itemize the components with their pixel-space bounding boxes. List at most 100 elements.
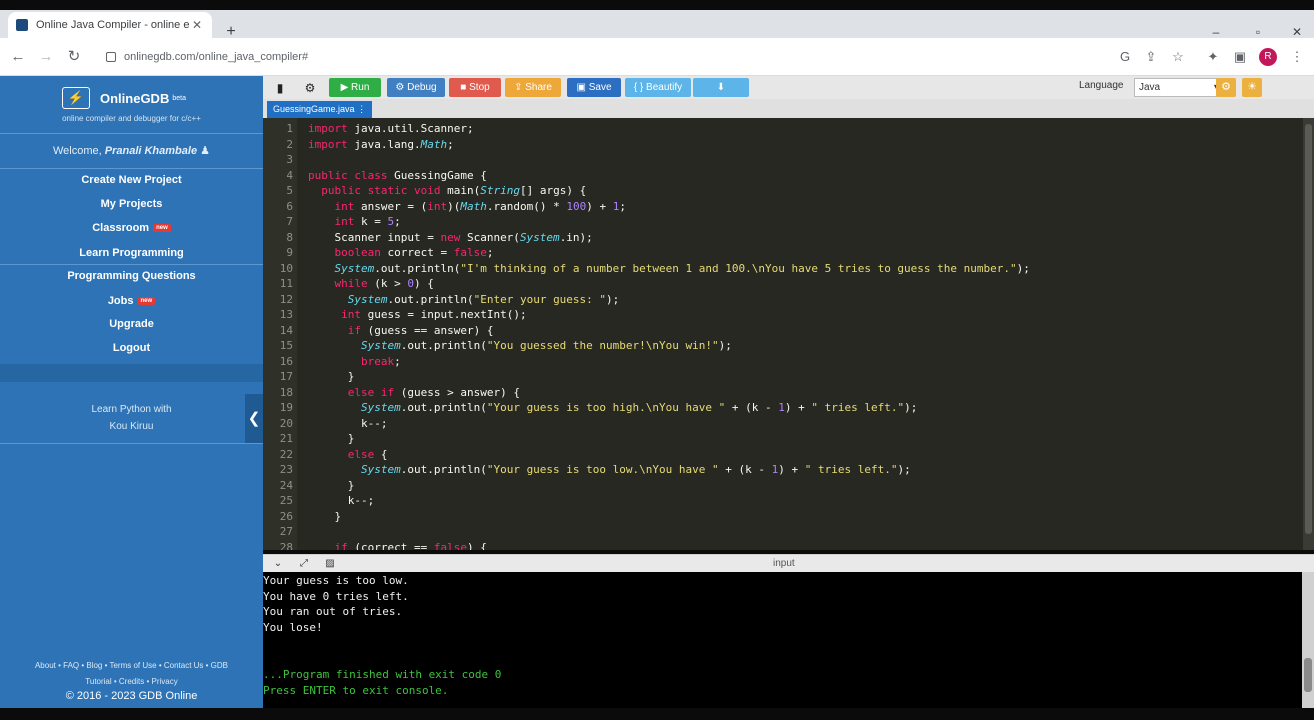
console-scroll-thumb[interactable] (1304, 658, 1312, 692)
code-text: public class GuessingGame { (308, 168, 487, 182)
stop-icon: ■ (460, 82, 470, 93)
code-line[interactable]: 21 } (263, 431, 1303, 446)
code-line[interactable]: 10 System.out.println("I'm thinking of a… (263, 261, 1303, 276)
code-line[interactable]: 26 } (263, 509, 1303, 524)
code-line[interactable]: 5 public static void main(String[] args)… (263, 183, 1303, 198)
footer-line-2[interactable]: Tutorial • Credits • Privacy (0, 674, 263, 690)
clear-console-icon[interactable]: ▨ (323, 557, 337, 571)
browser-tab[interactable]: Online Java Compiler - online e ✕ (8, 12, 212, 38)
forward-arrow-icon[interactable]: → (36, 47, 56, 67)
code-text: break; (360, 354, 401, 368)
user-icon[interactable]: ♟ (200, 145, 210, 157)
code-line[interactable]: 24 } (263, 478, 1303, 493)
new-file-icon[interactable]: ▮ (271, 79, 289, 97)
menu-jobs[interactable]: Jobs new (0, 295, 263, 307)
code-line[interactable]: 22 else { (263, 447, 1303, 462)
share-page-icon[interactable]: ⇪ (1143, 49, 1159, 65)
theme-icon[interactable]: ☀ (1242, 78, 1262, 97)
run-button[interactable]: ▶ Run (329, 78, 381, 97)
expand-console-icon[interactable]: ⤢ (297, 557, 311, 571)
code-editor[interactable]: 1 import java.util.Scanner; 2 import java.l… (263, 118, 1314, 550)
code-line[interactable]: 14 if (guess == answer) { (263, 323, 1303, 338)
code-line[interactable]: 17 } (263, 369, 1303, 384)
menu-create-new-project[interactable]: Create New Project (0, 174, 263, 186)
editor-scrollbar[interactable] (1303, 118, 1314, 550)
settings-gear-icon[interactable]: ⚙ (1216, 78, 1236, 97)
console-scrollbar[interactable] (1302, 572, 1314, 708)
google-icon[interactable]: G (1117, 49, 1133, 65)
back-arrow-icon[interactable]: ← (8, 47, 28, 67)
menu-learn-programming[interactable]: Learn Programming (0, 247, 263, 259)
code-line[interactable]: 7 int k = 5; (263, 214, 1303, 229)
console-toolbar: ⌄ ⤢ ▨ input (263, 554, 1314, 572)
code-line[interactable]: 3 (263, 152, 1303, 167)
file-tab-menu-icon[interactable]: ⋮ (357, 104, 366, 114)
code-text: int answer = (int)(Math.random() * 100) … (334, 199, 626, 213)
debug-label: Debug (407, 82, 437, 93)
editor-scroll-thumb[interactable] (1305, 124, 1312, 534)
close-tab-icon[interactable]: ✕ (190, 18, 204, 32)
code-line[interactable]: 1 import java.util.Scanner; (263, 121, 1303, 136)
maximize-window-icon[interactable]: ▫ (1248, 25, 1268, 39)
footer-links[interactable]: About • FAQ • Blog • Terms of Use • Cont… (0, 658, 263, 690)
code-line[interactable]: 6 int answer = (int)(Math.random() * 100… (263, 199, 1303, 214)
code-line[interactable]: 2 import java.lang.Math; (263, 137, 1303, 152)
footer-line-1[interactable]: About • FAQ • Blog • Terms of Use • Cont… (0, 658, 263, 674)
code-line[interactable]: 13 int guess = input.nextInt(); (263, 307, 1303, 322)
promo-block[interactable]: Learn Python with Kou Kiruu (0, 401, 263, 435)
code-line[interactable]: 8 Scanner input = new Scanner(System.in)… (263, 230, 1303, 245)
beautify-button[interactable]: { } Beautify (625, 78, 691, 97)
line-number: 15 (279, 339, 293, 352)
code-text: import java.lang.Math; (308, 137, 454, 151)
reload-icon[interactable]: ↻ (64, 47, 84, 67)
code-line[interactable]: 27 (263, 524, 1303, 539)
console-output[interactable]: Your guess is too low. You have 0 tries l… (263, 572, 1314, 708)
menu-programming-questions[interactable]: Programming Questions (0, 270, 263, 282)
collapse-console-chevron-icon[interactable]: ⌄ (271, 557, 285, 571)
profile-avatar[interactable]: R (1259, 48, 1277, 66)
code-line[interactable]: 4 public class GuessingGame { (263, 168, 1303, 183)
code-line[interactable]: 18 else if (guess > answer) { (263, 385, 1303, 400)
user-name[interactable]: Pranali Khambale (105, 145, 197, 157)
extensions-puzzle-icon[interactable]: ✦ (1205, 49, 1221, 65)
code-line[interactable]: 15 System.out.println("You guessed the n… (263, 338, 1303, 353)
bookmark-star-icon[interactable]: ☆ (1170, 49, 1186, 65)
debug-button[interactable]: ⚙ Debug (387, 78, 445, 97)
code-text: Scanner input = new Scanner(System.in); (308, 230, 593, 244)
menu-upgrade[interactable]: Upgrade (0, 318, 263, 330)
stop-button[interactable]: ■ Stop (449, 78, 501, 97)
side-panel-icon[interactable]: ▣ (1232, 49, 1248, 65)
code-line[interactable]: 25 k--; (263, 493, 1303, 508)
save-label: Save (588, 82, 612, 93)
code-line[interactable]: 19 System.out.println("Your guess is too… (263, 400, 1303, 415)
line-number: 17 (279, 370, 293, 383)
download-button[interactable]: ⬇ (693, 78, 749, 97)
upload-file-icon[interactable]: ⚙ (301, 79, 319, 97)
code-text: System.out.println("I'm thinking of a nu… (334, 261, 1030, 275)
save-button[interactable]: ▣ Save (567, 78, 621, 97)
code-text: if (correct == false) { (334, 540, 487, 551)
share-button[interactable]: ⇪ Share (505, 78, 561, 97)
address-bar[interactable]: onlinegdb.com/online_java_compiler# (96, 43, 1146, 71)
code-line[interactable]: 28 if (correct == false) { (263, 540, 1303, 551)
menu-logout[interactable]: Logout (0, 342, 263, 354)
line-number: 12 (279, 292, 293, 306)
file-tab[interactable]: GuessingGame.java ⋮ (267, 101, 373, 118)
menu-classroom[interactable]: Classroom new (0, 222, 263, 234)
collapse-sidebar-chevron-icon[interactable]: ❮ (245, 394, 263, 444)
site-logo[interactable]: ⚡ OnlineGDB beta (62, 87, 186, 109)
code-text: else { (347, 447, 388, 461)
menu-my-projects[interactable]: My Projects (0, 198, 263, 210)
code-line[interactable]: 23 System.out.println("Your guess is too… (263, 462, 1303, 477)
close-window-icon[interactable]: ✕ (1287, 25, 1307, 39)
minimize-window-icon[interactable]: – (1206, 25, 1226, 39)
copyright: © 2016 - 2023 GDB Online (65, 690, 198, 702)
input-label[interactable]: input (773, 558, 795, 569)
code-line[interactable]: 12 System.out.println("Enter your guess:… (263, 292, 1303, 307)
code-line[interactable]: 9 boolean correct = false; (263, 245, 1303, 260)
browser-menu-icon[interactable]: ⋮ (1289, 49, 1305, 65)
language-select[interactable]: Java ▼ (1134, 78, 1226, 97)
code-line[interactable]: 16 break; (263, 354, 1303, 369)
code-line[interactable]: 11 while (k > 0) { (263, 276, 1303, 291)
code-line[interactable]: 20 k--; (263, 416, 1303, 431)
